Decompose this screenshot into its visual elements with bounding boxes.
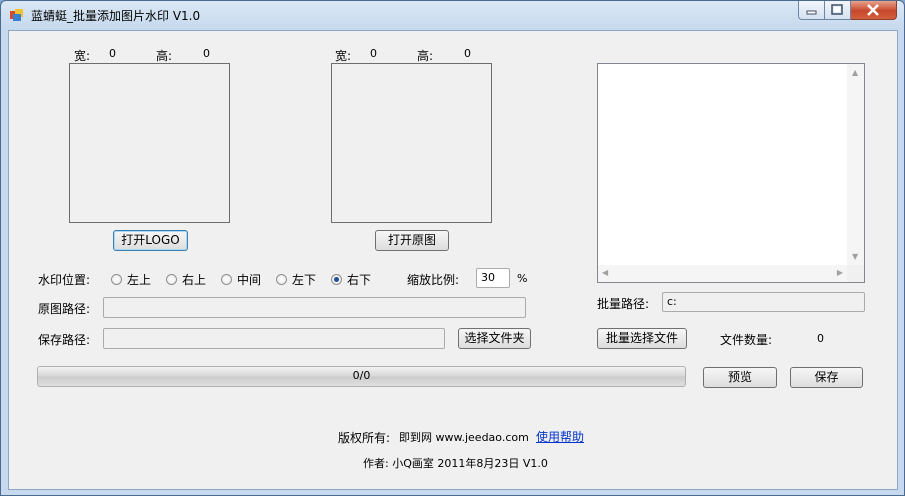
radio-circle[interactable] <box>111 274 122 285</box>
batch-path-label: 批量路径: <box>597 297 650 311</box>
watermark-position-label: 水印位置: <box>38 273 91 287</box>
open-logo-button[interactable]: 打开LOGO <box>113 230 188 251</box>
scale-label: 缩放比例: <box>407 273 460 287</box>
open-image-button[interactable]: 打开原图 <box>375 230 449 251</box>
progress-bar: 0/0 <box>37 366 686 387</box>
radio-top-right[interactable]: 右上 <box>166 271 206 288</box>
scroll-up-icon[interactable]: ▲ <box>852 68 858 77</box>
choose-folder-button[interactable]: 选择文件夹 <box>458 328 531 349</box>
image-width-label: 宽: <box>335 49 352 63</box>
radio-label: 左上 <box>127 273 152 287</box>
minimize-icon <box>806 10 817 15</box>
logo-height-label: 高: <box>156 49 173 63</box>
radio-center[interactable]: 中间 <box>221 271 261 288</box>
maximize-button[interactable] <box>825 1 851 20</box>
source-path-field[interactable] <box>103 297 526 318</box>
image-preview-box <box>331 63 492 223</box>
app-icon <box>10 9 23 21</box>
file-count-value: 0 <box>817 332 824 345</box>
save-path-label: 保存路径: <box>38 333 91 347</box>
image-height-value: 0 <box>464 47 471 60</box>
app-window: 蓝蜻蜓_批量添加图片水印 V1.0 宽: 0 高: 0 打开LOGO 宽: 0 … <box>0 0 905 496</box>
image-height-label: 高: <box>417 49 434 63</box>
radio-label: 右上 <box>182 273 207 287</box>
radio-circle[interactable] <box>276 274 287 285</box>
progress-text: 0/0 <box>352 369 371 382</box>
copyright-site: 即到网 www.jeedao.com <box>399 431 529 444</box>
radio-circle[interactable] <box>221 274 232 285</box>
file-count-label: 文件数量: <box>720 333 773 347</box>
logo-height-value: 0 <box>203 47 210 60</box>
client-area: 宽: 0 高: 0 打开LOGO 宽: 0 高: 0 打开原图 ▲ ▼ ◀ ▶ … <box>8 30 898 490</box>
save-path-field[interactable] <box>103 328 445 349</box>
maximize-icon <box>831 4 843 15</box>
preview-button[interactable]: 预览 <box>703 367 777 388</box>
scroll-right-icon[interactable]: ▶ <box>837 268 843 277</box>
logo-width-value: 0 <box>109 47 116 60</box>
scroll-left-icon[interactable]: ◀ <box>602 268 608 277</box>
save-button[interactable]: 保存 <box>790 367 863 388</box>
close-button[interactable] <box>851 1 897 20</box>
radio-label: 右下 <box>347 273 372 287</box>
scroll-down-icon[interactable]: ▼ <box>852 252 858 261</box>
minimize-button[interactable] <box>798 1 825 20</box>
source-path-label: 原图路径: <box>38 302 91 316</box>
scale-input[interactable]: 30 <box>476 268 510 288</box>
radio-circle-selected[interactable] <box>331 274 342 285</box>
radio-top-left[interactable]: 左上 <box>111 271 151 288</box>
radio-bottom-left[interactable]: 左下 <box>276 271 316 288</box>
scale-unit: % <box>517 272 528 285</box>
horizontal-scrollbar[interactable]: ◀ ▶ <box>598 265 847 282</box>
logo-width-label: 宽: <box>74 49 91 63</box>
copyright-label: 版权所有: <box>338 431 391 445</box>
logo-preview-box <box>69 63 230 223</box>
title-bar[interactable]: 蓝蜻蜓_批量添加图片水印 V1.0 <box>1 1 904 29</box>
scroll-corner <box>847 265 864 282</box>
author-line: 作者: 小Q画室 2011年8月23日 V1.0 <box>363 457 548 470</box>
vertical-scrollbar[interactable]: ▲ ▼ <box>847 64 864 265</box>
batch-select-files-button[interactable]: 批量选择文件 <box>597 328 687 349</box>
window-title: 蓝蜻蜓_批量添加图片水印 V1.0 <box>31 9 201 23</box>
close-icon <box>867 4 879 16</box>
image-width-value: 0 <box>370 47 377 60</box>
radio-bottom-right[interactable]: 右下 <box>331 271 371 288</box>
help-link[interactable]: 使用帮助 <box>536 428 584 445</box>
file-listbox[interactable]: ▲ ▼ ◀ ▶ <box>597 63 865 283</box>
radio-circle[interactable] <box>166 274 177 285</box>
radio-label: 中间 <box>237 273 262 287</box>
radio-label: 左下 <box>292 273 317 287</box>
batch-path-field[interactable]: c: <box>662 292 865 312</box>
